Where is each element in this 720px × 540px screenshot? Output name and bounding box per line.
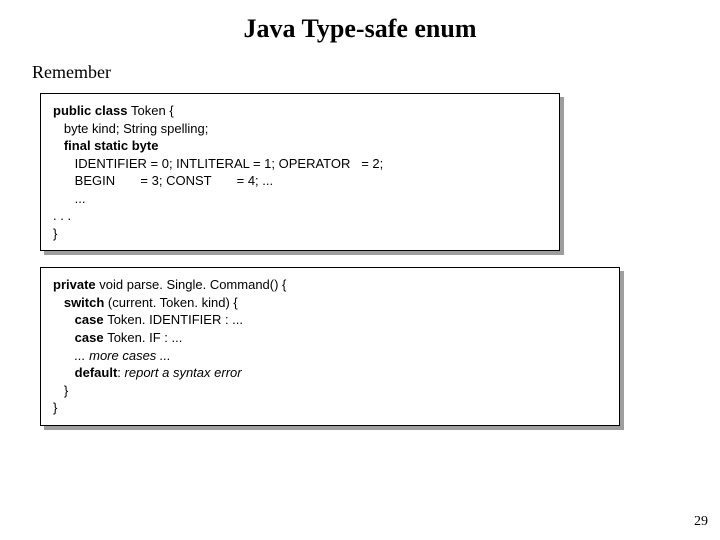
code-line: case Token. IF : ...	[53, 329, 607, 347]
kw: case	[53, 330, 107, 345]
code-line: case Token. IDENTIFIER : ...	[53, 311, 607, 329]
code-box-2: private void parse. Single. Command() { …	[40, 267, 620, 425]
code-line: IDENTIFIER = 0; INTLITERAL = 1; OPERATOR…	[53, 155, 547, 173]
code-line: }	[53, 382, 607, 400]
remember-label: Remember	[32, 62, 690, 83]
code-line: BEGIN = 3; CONST = 4; ...	[53, 172, 547, 190]
kw: default	[53, 365, 117, 380]
kw: case	[53, 312, 107, 327]
code-line: private void parse. Single. Command() {	[53, 276, 607, 294]
code-line: ...	[53, 190, 547, 208]
txt: Token. IF : ...	[107, 330, 182, 345]
page-title: Java Type-safe enum	[30, 14, 690, 44]
code-line: final static byte	[53, 137, 547, 155]
txt: (current. Token. kind) {	[108, 295, 238, 310]
code-line: default: report a syntax error	[53, 364, 607, 382]
code-line: }	[53, 225, 547, 243]
code-line: ... more cases ...	[53, 347, 607, 365]
txt: Token {	[131, 103, 174, 118]
code-line: . . .	[53, 207, 547, 225]
code-box-2-wrap: private void parse. Single. Command() { …	[40, 267, 620, 425]
code-line: }	[53, 399, 607, 417]
kw: switch	[53, 295, 108, 310]
code-box-1: public class Token { byte kind; String s…	[40, 93, 560, 251]
code-line: public class Token {	[53, 102, 547, 120]
code-box-1-wrap: public class Token { byte kind; String s…	[40, 93, 560, 251]
page-number: 29	[694, 514, 708, 530]
txt: :	[117, 365, 124, 380]
txt: Token. IDENTIFIER : ...	[107, 312, 243, 327]
code-line: byte kind; String spelling;	[53, 120, 547, 138]
txt: void parse. Single. Command() {	[99, 277, 286, 292]
slide: Java Type-safe enum Remember public clas…	[0, 0, 720, 426]
kw: private	[53, 277, 99, 292]
kw: public class	[53, 103, 131, 118]
code-line: switch (current. Token. kind) {	[53, 294, 607, 312]
txt: report a syntax error	[125, 365, 242, 380]
